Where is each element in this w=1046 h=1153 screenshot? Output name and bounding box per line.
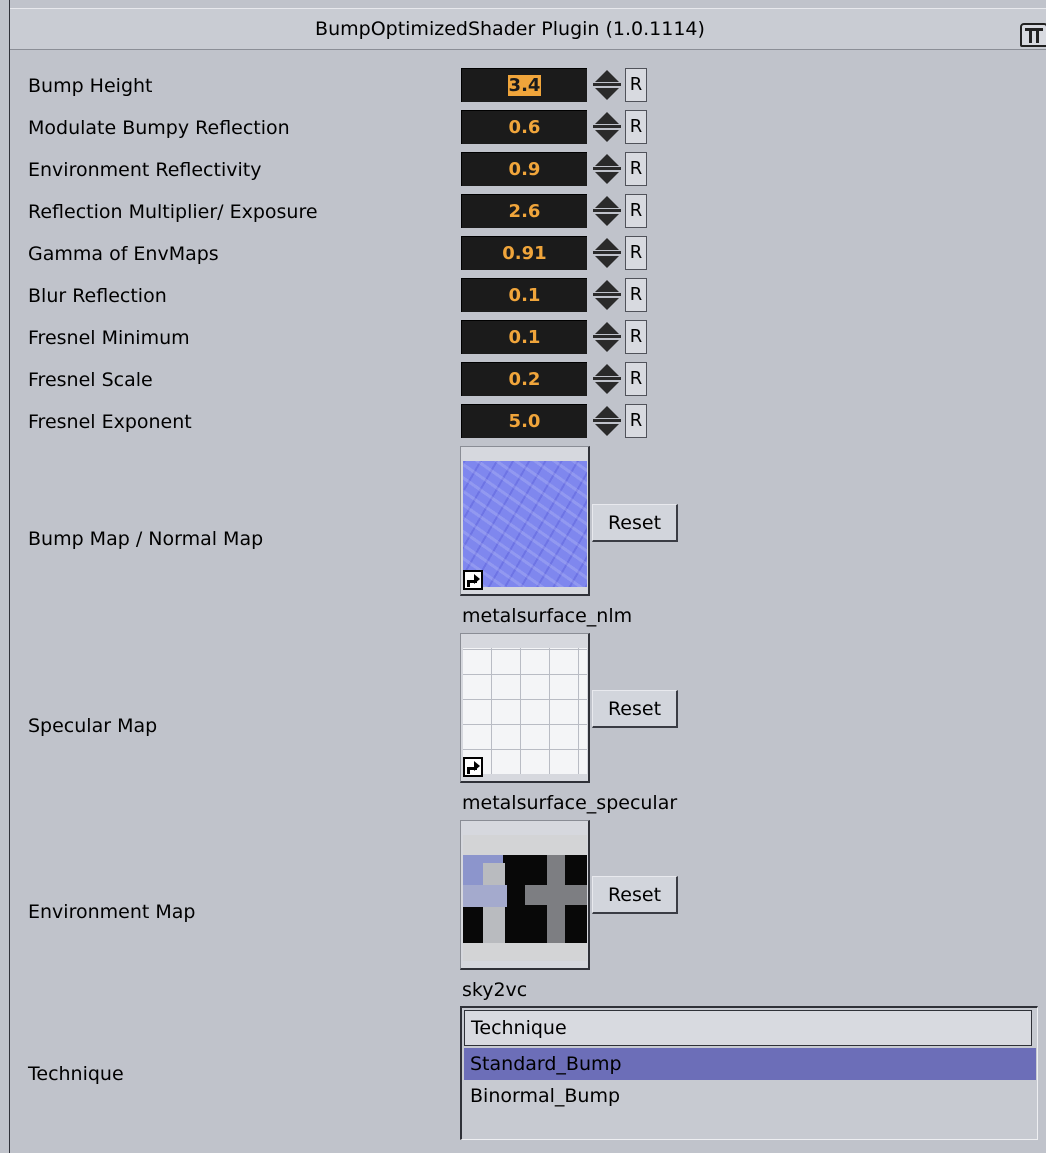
map-label-environment: Environment Map (28, 901, 196, 923)
bump-map-thumbnail[interactable] (460, 446, 590, 596)
spinner-down-icon[interactable] (591, 170, 623, 186)
fresnel-exponent-spinner[interactable] (591, 404, 623, 438)
title-bar: BumpOptimizedShader Plugin (1.0.1114) (10, 8, 1046, 50)
bump-height-spinner[interactable] (591, 68, 623, 102)
param-label-fresnel-exponent: Fresnel Exponent (28, 411, 192, 433)
gamma-of-envmaps-field[interactable]: 0.91 (461, 236, 587, 270)
modulate-bumpy-reflection-spinner[interactable] (591, 110, 623, 144)
spinner-up-icon[interactable] (591, 68, 623, 84)
technique-list-header[interactable]: Technique (464, 1010, 1032, 1046)
environment-map-reset-button[interactable]: Reset (592, 876, 678, 914)
reflection-multiplier-field[interactable]: 2.6 (461, 194, 587, 228)
spinner-down-icon[interactable] (591, 338, 623, 354)
specular-map-reset-button[interactable]: Reset (592, 690, 678, 728)
spinner-up-icon[interactable] (591, 110, 623, 126)
param-label-bump-height: Bump Height (28, 75, 153, 97)
plugin-title: BumpOptimizedShader Plugin (1.0.1114) (315, 18, 705, 40)
fresnel-minimum-spinner[interactable] (591, 320, 623, 354)
fresnel-scale-spinner[interactable] (591, 362, 623, 396)
shortcut-link-icon[interactable] (463, 757, 483, 777)
spinner-down-icon[interactable] (591, 422, 623, 438)
specular-map-image (463, 648, 587, 774)
panel-left-border (9, 0, 10, 1153)
blur-reflection-reset-button[interactable]: R (625, 278, 647, 312)
environment-reflectivity-reset-button[interactable]: R (625, 152, 647, 186)
param-label-fresnel-minimum: Fresnel Minimum (28, 327, 190, 349)
environment-map-image (463, 835, 587, 961)
modulate-bumpy-reflection-reset-button[interactable]: R (625, 110, 647, 144)
gamma-of-envmaps-spinner[interactable] (591, 236, 623, 270)
spinner-down-icon[interactable] (591, 296, 623, 312)
bump-map-image (463, 461, 587, 587)
spinner-up-icon[interactable] (591, 278, 623, 294)
technique-option-binormal-bump[interactable]: Binormal_Bump (464, 1080, 1036, 1112)
environment-map-thumbnail[interactable] (460, 820, 590, 970)
fresnel-exponent-reset-button[interactable]: R (625, 404, 647, 438)
spinner-up-icon[interactable] (591, 320, 623, 336)
technique-list[interactable]: Technique Standard_Bump Binormal_Bump (460, 1006, 1038, 1140)
reflection-multiplier-reset-button[interactable]: R (625, 194, 647, 228)
spinner-up-icon[interactable] (591, 236, 623, 252)
map-label-bump: Bump Map / Normal Map (28, 528, 264, 550)
spinner-up-icon[interactable] (591, 404, 623, 420)
gamma-of-envmaps-reset-button[interactable]: R (625, 236, 647, 270)
reflection-multiplier-spinner[interactable] (591, 194, 623, 228)
param-label-environment-reflectivity: Environment Reflectivity (28, 159, 262, 181)
spinner-down-icon[interactable] (591, 212, 623, 228)
fresnel-minimum-field[interactable]: 0.1 (461, 320, 587, 354)
spinner-up-icon[interactable] (591, 362, 623, 378)
bump-map-filename: metalsurface_nlm (462, 605, 633, 627)
bump-height-field[interactable]: 3.4 (461, 68, 587, 102)
modulate-bumpy-reflection-field[interactable]: 0.6 (461, 110, 587, 144)
param-label-gamma-of-envmaps: Gamma of EnvMaps (28, 243, 219, 265)
environment-reflectivity-spinner[interactable] (591, 152, 623, 186)
spinner-down-icon[interactable] (591, 128, 623, 144)
technique-option-standard-bump[interactable]: Standard_Bump (464, 1048, 1036, 1080)
bump-map-reset-button[interactable]: Reset (592, 504, 678, 542)
fresnel-exponent-field[interactable]: 5.0 (461, 404, 587, 438)
shortcut-link-icon[interactable] (463, 570, 483, 590)
fresnel-scale-reset-button[interactable]: R (625, 362, 647, 396)
param-label-blur-reflection: Blur Reflection (28, 285, 167, 307)
bump-height-reset-button[interactable]: R (625, 68, 647, 102)
plugin-logo-icon[interactable] (1020, 23, 1046, 47)
spinner-down-icon[interactable] (591, 380, 623, 396)
param-label-fresnel-scale: Fresnel Scale (28, 369, 153, 391)
specular-map-filename: metalsurface_specular (462, 792, 678, 814)
environment-map-filename: sky2vc (462, 979, 528, 1001)
blur-reflection-spinner[interactable] (591, 278, 623, 312)
environment-reflectivity-field[interactable]: 0.9 (461, 152, 587, 186)
spinner-down-icon[interactable] (591, 86, 623, 102)
param-label-reflection-multiplier: Reflection Multiplier/ Exposure (28, 201, 318, 223)
map-label-specular: Specular Map (28, 715, 158, 737)
technique-label: Technique (28, 1063, 124, 1085)
spinner-up-icon[interactable] (591, 194, 623, 210)
fresnel-minimum-reset-button[interactable]: R (625, 320, 647, 354)
spinner-down-icon[interactable] (591, 254, 623, 270)
plugin-panel: BumpOptimizedShader Plugin (1.0.1114) Bu… (0, 0, 1046, 1153)
blur-reflection-field[interactable]: 0.1 (461, 278, 587, 312)
spinner-up-icon[interactable] (591, 152, 623, 168)
param-label-modulate-bumpy-reflection: Modulate Bumpy Reflection (28, 117, 290, 139)
specular-map-thumbnail[interactable] (460, 633, 590, 783)
fresnel-scale-field[interactable]: 0.2 (461, 362, 587, 396)
